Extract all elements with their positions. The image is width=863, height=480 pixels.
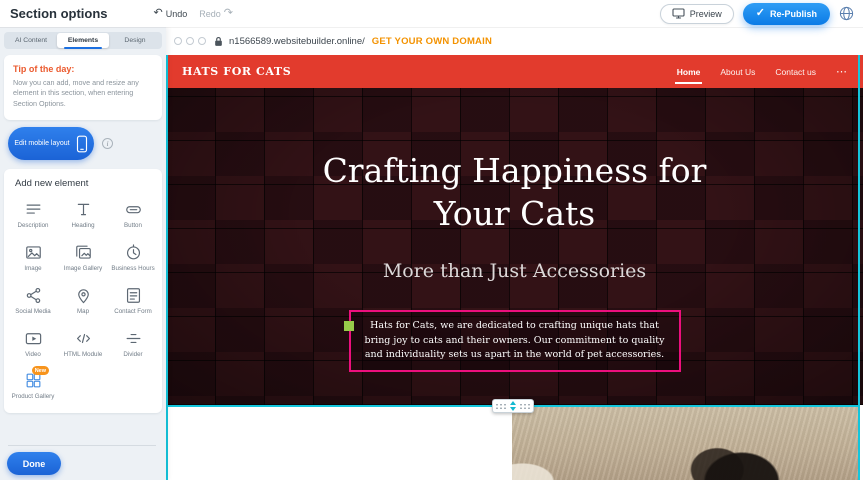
section-resize-handle[interactable] xyxy=(492,399,534,413)
new-badge: New xyxy=(32,366,49,375)
add-new-element-title: Add new element xyxy=(15,178,158,189)
tip-body: Now you can add, move and resize any ele… xyxy=(13,78,153,109)
nav-more-icon[interactable]: ⋯ xyxy=(836,65,847,78)
globe-icon[interactable] xyxy=(839,6,854,21)
image-gallery-icon xyxy=(74,243,93,262)
description-icon xyxy=(24,200,43,219)
drag-dots-icon xyxy=(495,403,507,410)
resize-arrows-icon xyxy=(510,401,516,411)
nav-item-contact-us[interactable]: Contact us xyxy=(775,67,816,77)
html-module-icon xyxy=(74,329,93,348)
mobile-layout-row: Edit mobile layout i xyxy=(8,127,166,160)
redo-label: Redo xyxy=(199,9,221,19)
element-contact-form[interactable]: Contact Form xyxy=(108,286,158,316)
history-controls: ↶ Undo Redo ↷ xyxy=(154,8,233,19)
site-logo[interactable]: HATS FOR CATS xyxy=(182,65,291,78)
business-hours-icon xyxy=(124,243,143,262)
republish-label: Re-Publish xyxy=(770,9,817,19)
resize-handle-green[interactable] xyxy=(344,321,354,331)
element-product-gallery[interactable]: New Product Gallery xyxy=(8,371,58,401)
element-business-hours[interactable]: Business Hours xyxy=(108,243,158,273)
element-button[interactable]: Button xyxy=(108,200,158,230)
add-new-element-card: Add new element Description Heading Butt… xyxy=(4,169,162,413)
hero-subtitle[interactable]: More than Just Accessories xyxy=(166,260,863,282)
site-header[interactable]: HATS FOR CATS Home About Us Contact us ⋯ xyxy=(166,55,863,88)
check-icon: ✓ xyxy=(756,8,765,19)
lock-icon xyxy=(214,36,223,47)
tab-design[interactable]: Design xyxy=(109,33,161,48)
divider-icon xyxy=(124,329,143,348)
preview-button[interactable]: Preview xyxy=(660,4,734,24)
element-grid: Description Heading Button Image Image G… xyxy=(8,200,158,401)
heading-icon xyxy=(74,200,93,219)
monitor-icon xyxy=(672,8,685,19)
edit-mobile-layout-label: Edit mobile layout xyxy=(14,140,69,147)
site-url[interactable]: n1566589.websitebuilder.online/ xyxy=(229,36,365,47)
undo-button[interactable]: ↶ Undo xyxy=(154,8,188,19)
selection-border-right xyxy=(858,55,860,480)
redo-icon: ↷ xyxy=(224,8,233,19)
window-dot xyxy=(198,37,206,45)
section-boundary-line[interactable] xyxy=(166,405,860,407)
image-icon xyxy=(24,243,43,262)
hero-title[interactable]: Crafting Happiness for Your Cats xyxy=(305,150,725,236)
selection-border-left xyxy=(166,55,168,480)
undo-label: Undo xyxy=(166,9,188,19)
tab-elements[interactable]: Elements xyxy=(57,33,109,48)
page-title: Section options xyxy=(10,6,108,21)
element-description[interactable]: Description xyxy=(8,200,58,230)
site-nav: Home About Us Contact us ⋯ xyxy=(677,65,847,78)
toolbar-actions: Preview ✓ Re-Publish xyxy=(660,3,854,25)
browser-chrome: n1566589.websitebuilder.online/ GET YOUR… xyxy=(166,27,863,55)
contact-form-icon xyxy=(124,286,143,305)
undo-icon: ↶ xyxy=(154,8,163,19)
tip-of-the-day-card: Tip of the day: Now you can add, move an… xyxy=(4,55,162,120)
edit-mobile-layout-button[interactable]: Edit mobile layout xyxy=(8,127,94,160)
hero-content: Crafting Happiness for Your Cats More th… xyxy=(166,88,863,372)
element-image[interactable]: Image xyxy=(8,243,58,273)
site-preview-area: n1566589.websitebuilder.online/ GET YOUR… xyxy=(166,27,863,480)
top-toolbar: Section options ↶ Undo Redo ↷ Preview ✓ … xyxy=(0,0,863,27)
sidebar-divider xyxy=(8,445,156,446)
element-heading[interactable]: Heading xyxy=(58,200,108,230)
done-button[interactable]: Done xyxy=(7,452,61,475)
redo-button[interactable]: Redo ↷ xyxy=(199,8,233,19)
info-icon[interactable]: i xyxy=(102,138,113,149)
cat-photo-section[interactable] xyxy=(512,407,860,480)
tab-ai-content[interactable]: AI Content xyxy=(5,33,57,48)
social-media-icon xyxy=(24,286,43,305)
sidebar-panel: AI Content Elements Design Tip of the da… xyxy=(0,27,166,480)
video-icon xyxy=(24,329,43,348)
element-map[interactable]: Map xyxy=(58,286,108,316)
republish-button[interactable]: ✓ Re-Publish xyxy=(743,3,830,25)
window-dot xyxy=(174,37,182,45)
get-domain-link[interactable]: GET YOUR OWN DOMAIN xyxy=(372,36,492,47)
sidebar-tabs: AI Content Elements Design xyxy=(4,32,162,49)
element-image-gallery[interactable]: Image Gallery xyxy=(58,243,108,273)
element-social-media[interactable]: Social Media xyxy=(8,286,58,316)
phone-icon xyxy=(76,135,88,153)
app-window: Section options ↶ Undo Redo ↷ Preview ✓ … xyxy=(0,0,863,480)
button-icon xyxy=(124,200,143,219)
nav-item-about-us[interactable]: About Us xyxy=(720,67,755,77)
drag-dots-icon xyxy=(519,403,531,410)
element-video[interactable]: Video xyxy=(8,329,58,359)
nav-item-home[interactable]: Home xyxy=(677,67,701,77)
element-html-module[interactable]: HTML Module xyxy=(58,329,108,359)
map-icon xyxy=(74,286,93,305)
hero-text-box[interactable]: Hats for Cats, we are dedicated to craft… xyxy=(349,310,681,372)
hero-paragraph: Hats for Cats, we are dedicated to craft… xyxy=(365,320,665,360)
tip-title: Tip of the day: xyxy=(13,64,153,74)
element-divider[interactable]: Divider xyxy=(108,329,158,359)
preview-label: Preview xyxy=(690,9,722,19)
window-controls xyxy=(174,37,206,45)
window-dot xyxy=(186,37,194,45)
hero-section[interactable]: Crafting Happiness for Your Cats More th… xyxy=(166,88,863,405)
